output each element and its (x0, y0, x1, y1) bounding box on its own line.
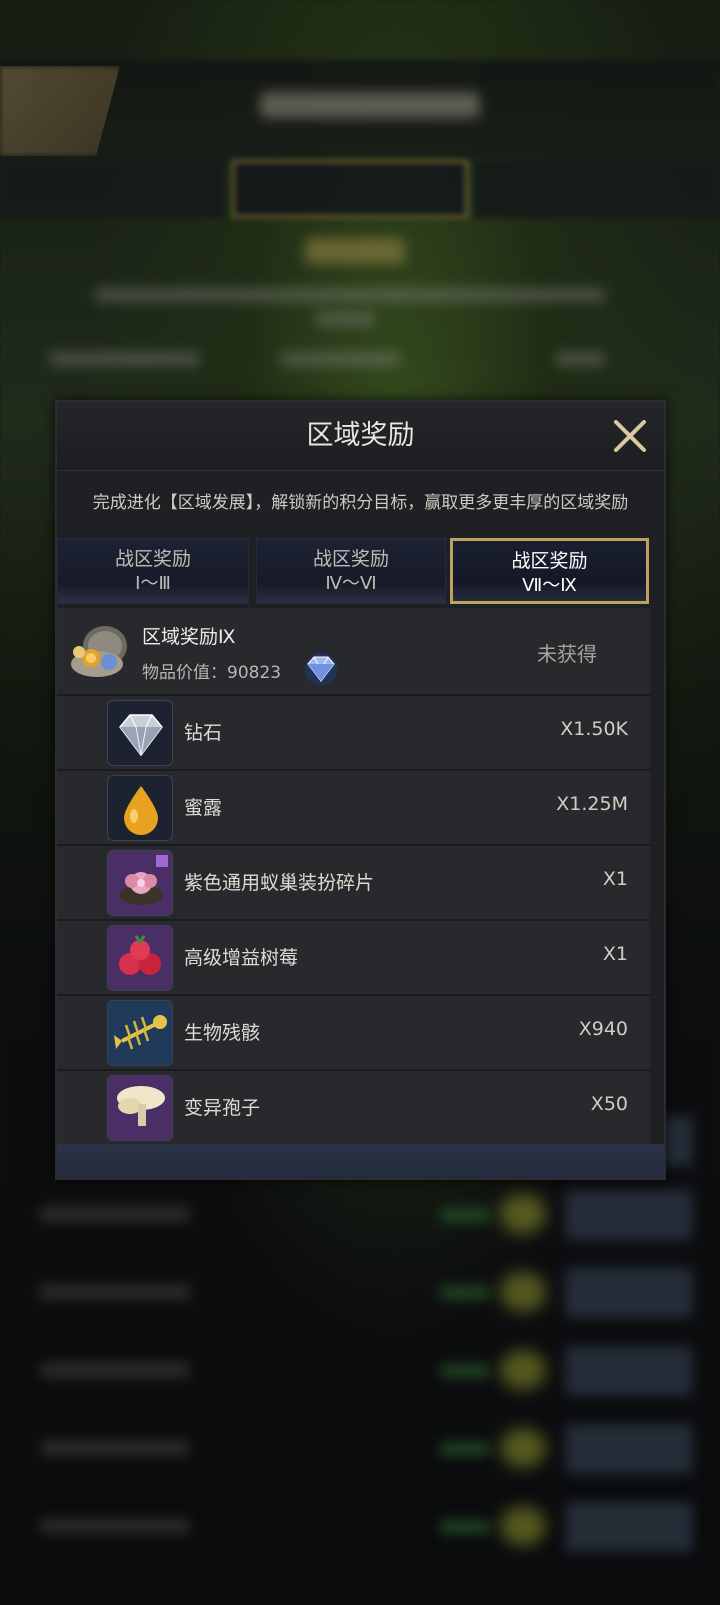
shell-chest-icon (71, 626, 127, 677)
fish-skeleton-icon (114, 1015, 167, 1050)
reward-tabs: 战区奖励 Ⅰ～Ⅲ 战区奖励 Ⅳ～Ⅵ 战区奖励 Ⅶ～Ⅸ (57, 538, 664, 604)
area-reward-dialog: 区域奖励 完成进化【区域发展】，解锁新的积分目标，赢取更多更丰厚的区域奖励 战区… (55, 400, 666, 1180)
item-icon-frame (107, 850, 173, 916)
reward-item-row: 蜜露 X1.25M (57, 769, 650, 844)
reward-summary: 区域奖励Ⅸ 物品价值：90823 未获得 (57, 608, 650, 694)
diamond-icon (119, 714, 163, 757)
item-icon-frame (107, 1075, 173, 1141)
nest-decoration-fragment-icon (119, 855, 168, 905)
summary-status: 未获得 (537, 642, 597, 666)
item-icon-frame (107, 925, 173, 991)
dialog-title: 区域奖励 (306, 420, 415, 451)
tab-range: Ⅳ～Ⅵ (325, 573, 377, 594)
item-icon-frame (107, 1000, 173, 1066)
item-quantity: X1.50K (560, 718, 628, 740)
reward-item-row: 紫色通用蚁巢装扮碎片 X1 (57, 844, 650, 919)
diamond-icon (305, 653, 337, 685)
tab-range: Ⅶ～Ⅸ (522, 575, 577, 596)
reward-item-row: 生物残骸 X940 (57, 994, 650, 1069)
dialog-footer-decoration (57, 1144, 664, 1178)
close-button[interactable] (610, 416, 650, 456)
spore-mushroom-icon (117, 1086, 165, 1126)
item-name: 蜜露 (184, 797, 223, 819)
item-name: 高级增益树莓 (184, 947, 299, 969)
summary-title: 区域奖励Ⅸ (142, 626, 236, 648)
dialog-description: 完成进化【区域发展】，解锁新的积分目标，赢取更多更丰厚的区域奖励 (92, 493, 629, 513)
item-icon-frame (107, 700, 173, 766)
tab-label: 战区奖励 (114, 548, 191, 570)
tab-reward-7-9[interactable]: 战区奖励 Ⅶ～Ⅸ (450, 538, 649, 604)
tab-label: 战区奖励 (511, 550, 588, 572)
reward-list[interactable]: 区域奖励Ⅸ 物品价值：90823 未获得 钻石 X1.50K 蜜露 X1.25M… (57, 608, 664, 1148)
close-icon (614, 420, 646, 452)
item-quantity: X1 (602, 868, 628, 890)
item-quantity: X940 (578, 1018, 628, 1040)
reward-item-row: 变异孢子 X50 (57, 1069, 650, 1144)
reward-item-row: 钻石 X1.50K (57, 694, 650, 769)
tab-reward-4-6[interactable]: 战区奖励 Ⅳ～Ⅵ (256, 538, 446, 604)
tab-label: 战区奖励 (312, 548, 389, 570)
summary-value: 物品价值：90823 (142, 663, 282, 683)
item-name: 生物残骸 (184, 1022, 261, 1044)
honeydew-drop-icon (124, 786, 158, 835)
tab-range: Ⅰ～Ⅲ (135, 573, 171, 594)
item-quantity: X1.25M (556, 793, 628, 815)
raspberry-icon (119, 935, 161, 975)
dialog-header: 区域奖励 (57, 402, 664, 471)
item-quantity: X50 (590, 1093, 628, 1115)
item-name: 钻石 (184, 722, 223, 744)
tab-reward-1-3[interactable]: 战区奖励 Ⅰ～Ⅲ (57, 538, 249, 604)
item-name: 变异孢子 (184, 1097, 261, 1119)
item-quantity: X1 (602, 943, 628, 965)
item-icon-frame (107, 775, 173, 841)
item-name: 紫色通用蚁巢装扮碎片 (184, 872, 375, 894)
reward-item-row: 高级增益树莓 X1 (57, 919, 650, 994)
